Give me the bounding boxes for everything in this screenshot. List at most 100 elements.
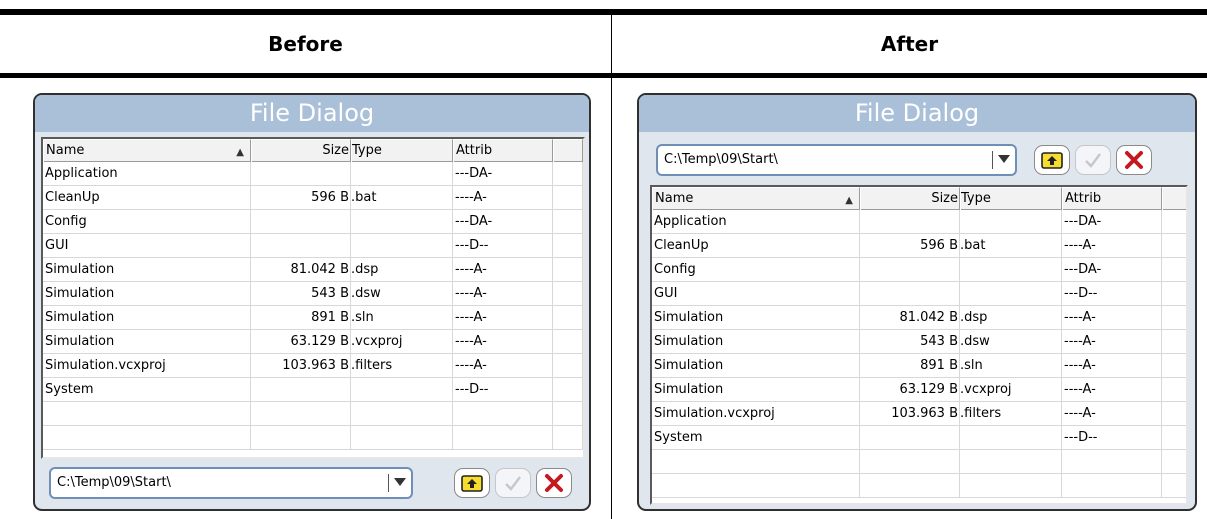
header-attrib[interactable]: Attrib	[453, 139, 553, 162]
header-name-label: Name	[46, 143, 85, 158]
cancel-button[interactable]	[536, 468, 572, 498]
header-size[interactable]: Size	[251, 139, 351, 162]
cell-spacer	[1162, 282, 1186, 306]
folder-up-icon	[461, 475, 483, 492]
cell-name: Config	[652, 258, 860, 282]
table-row[interactable]: Simulation 891 B .sln ----A-	[43, 306, 583, 330]
cell-size	[251, 426, 351, 450]
header-type[interactable]: Type	[960, 187, 1062, 210]
cell-spacer	[1162, 426, 1186, 450]
header-rule	[0, 73, 1207, 78]
table-row[interactable]: Config ---DA-	[652, 258, 1186, 282]
cell-spacer	[553, 354, 583, 378]
table-row[interactable]: Simulation 63.129 B .vcxproj ----A-	[652, 378, 1186, 402]
header-size-label: Size	[931, 191, 958, 206]
header-size[interactable]: Size	[860, 187, 960, 210]
table-row[interactable]	[43, 402, 583, 426]
ok-button[interactable]	[495, 468, 531, 498]
cell-attrib: ----A-	[453, 186, 553, 210]
chevron-down-icon[interactable]	[998, 155, 1010, 163]
cell-size: 596 B	[251, 186, 351, 210]
cell-size	[860, 282, 960, 306]
cell-spacer	[1162, 354, 1186, 378]
cell-spacer	[553, 378, 583, 402]
cell-name: Simulation	[652, 354, 860, 378]
cell-attrib	[1062, 474, 1162, 498]
file-list[interactable]: Name ▲ Size Type Attrib Application ---DA- Clea…	[41, 137, 585, 459]
table-row[interactable]: Application ---DA-	[43, 162, 583, 186]
cell-size: 596 B	[860, 234, 960, 258]
table-row[interactable]: Simulation.vcxproj 103.963 B .filters ----A…	[43, 354, 583, 378]
path-combobox[interactable]: C:\Temp\09\Start\	[49, 467, 413, 499]
header-type[interactable]: Type	[351, 139, 453, 162]
header-spacer[interactable]	[553, 139, 583, 162]
chevron-down-icon[interactable]	[394, 478, 406, 486]
table-row[interactable]: GUI ---D--	[652, 282, 1186, 306]
path-combobox[interactable]: C:\Temp\09\Start\	[656, 144, 1017, 176]
table-row[interactable]: Simulation 81.042 B .dsp ----A-	[43, 258, 583, 282]
list-header: Name ▲ Size Type Attrib	[652, 187, 1186, 210]
cell-type	[960, 426, 1062, 450]
cell-name	[652, 450, 860, 474]
cell-attrib: ---DA-	[453, 162, 553, 186]
cell-attrib: ----A-	[1062, 378, 1162, 402]
table-row[interactable]: GUI ---D--	[43, 234, 583, 258]
combo-separator	[388, 474, 389, 492]
cell-size	[860, 210, 960, 234]
cell-name: System	[652, 426, 860, 450]
list-header: Name ▲ Size Type Attrib	[43, 139, 583, 162]
table-row[interactable]: CleanUp 596 B .bat ----A-	[652, 234, 1186, 258]
table-row[interactable]: System ---D--	[43, 378, 583, 402]
table-row[interactable]: Simulation 543 B .dsw ----A-	[652, 330, 1186, 354]
table-row[interactable]: Config ---DA-	[43, 210, 583, 234]
table-row[interactable]	[652, 450, 1186, 474]
table-row[interactable]: Simulation 891 B .sln ----A-	[652, 354, 1186, 378]
cell-name: Application	[652, 210, 860, 234]
folder-up-icon	[1041, 152, 1063, 169]
table-row[interactable]: Simulation 63.129 B .vcxproj ----A-	[43, 330, 583, 354]
cell-name: GUI	[652, 282, 860, 306]
table-row[interactable]: Simulation 543 B .dsw ----A-	[43, 282, 583, 306]
cell-attrib	[453, 426, 553, 450]
cancel-button[interactable]	[1116, 145, 1152, 175]
cell-name: Simulation	[652, 378, 860, 402]
cell-type	[351, 402, 453, 426]
table-row[interactable]: System ---D--	[652, 426, 1186, 450]
table-row[interactable]: Simulation.vcxproj 103.963 B .filters ----A…	[652, 402, 1186, 426]
cell-attrib: ----A-	[453, 258, 553, 282]
cell-type: .sln	[351, 306, 453, 330]
table-row[interactable]: Simulation 81.042 B .dsp ----A-	[652, 306, 1186, 330]
header-name[interactable]: Name ▲	[652, 187, 860, 210]
header-size-label: Size	[322, 143, 349, 158]
header-attrib[interactable]: Attrib	[1062, 187, 1162, 210]
checkmark-icon	[1085, 153, 1101, 168]
ok-button[interactable]	[1075, 145, 1111, 175]
file-list[interactable]: Name ▲ Size Type Attrib Application ---DA- Clea…	[650, 185, 1188, 505]
table-row[interactable]	[43, 426, 583, 450]
cell-spacer	[1162, 402, 1186, 426]
cell-name: Simulation	[652, 306, 860, 330]
dialog-title: File Dialog	[639, 95, 1195, 132]
cell-size: 543 B	[251, 282, 351, 306]
header-type-label: Type	[352, 143, 382, 158]
header-spacer[interactable]	[1162, 187, 1186, 210]
folder-up-button[interactable]	[454, 468, 490, 498]
cell-size	[251, 234, 351, 258]
sort-ascending-icon: ▲	[845, 195, 853, 206]
header-attrib-label: Attrib	[1065, 191, 1102, 206]
cell-attrib: ----A-	[453, 330, 553, 354]
folder-up-button[interactable]	[1034, 145, 1070, 175]
before-heading: Before	[268, 32, 343, 56]
table-row[interactable]: Application ---DA-	[652, 210, 1186, 234]
cell-name: CleanUp	[652, 234, 860, 258]
cell-name: Simulation	[43, 282, 251, 306]
cell-name: Simulation.vcxproj	[43, 354, 251, 378]
cell-spacer	[553, 186, 583, 210]
table-row[interactable]: CleanUp 596 B .bat ----A-	[43, 186, 583, 210]
table-row[interactable]	[652, 474, 1186, 498]
header-name[interactable]: Name ▲	[43, 139, 251, 162]
cell-attrib: ---D--	[1062, 282, 1162, 306]
cell-name: Simulation	[43, 330, 251, 354]
cell-type: .dsw	[351, 282, 453, 306]
cell-spacer	[553, 426, 583, 450]
